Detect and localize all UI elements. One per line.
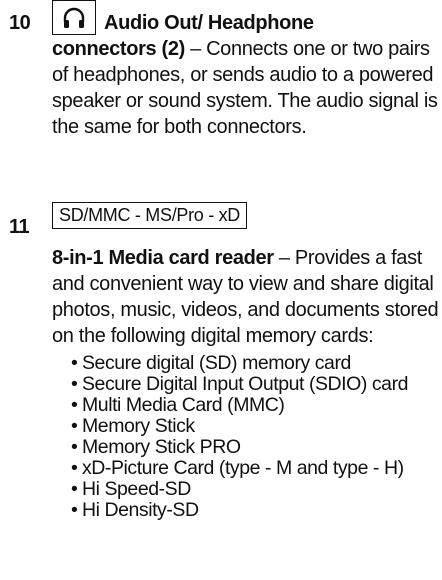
list-item: • Memory Stick PRO [71,436,241,458]
memory-card-list: • Secure digital (SD) memory card • Secure… [52,353,440,521]
item-11-title: 8-in-1 Media card reader [52,247,274,269]
item-10-text: Audio Out/ Headphone connectors (2) – Co… [52,10,440,140]
list-item: • Hi Speed-SD [71,478,191,500]
item-10-title-line1: Audio Out/ Headphone [104,12,314,34]
list-item: • Multi Media Card (MMC) [71,394,285,416]
item-number: 11 [9,216,30,238]
item-10-title-line2: connectors (2) [52,38,185,60]
list-item: • Secure Digital Input Output (SDIO) card [71,373,409,395]
list-item: • xD-Picture Card (type - M and type - H) [71,457,404,479]
card-slot-label: SD/MMC - MS/Pro - xD [52,202,247,229]
item-11-text: 8-in-1 Media card reader – Provides a fa… [52,245,440,521]
list-item: • Secure digital (SD) memory card [71,352,351,374]
item-number: 10 [9,12,31,34]
list-item: • Memory Stick [71,415,195,437]
list-item: • Hi Density-SD [71,499,199,521]
